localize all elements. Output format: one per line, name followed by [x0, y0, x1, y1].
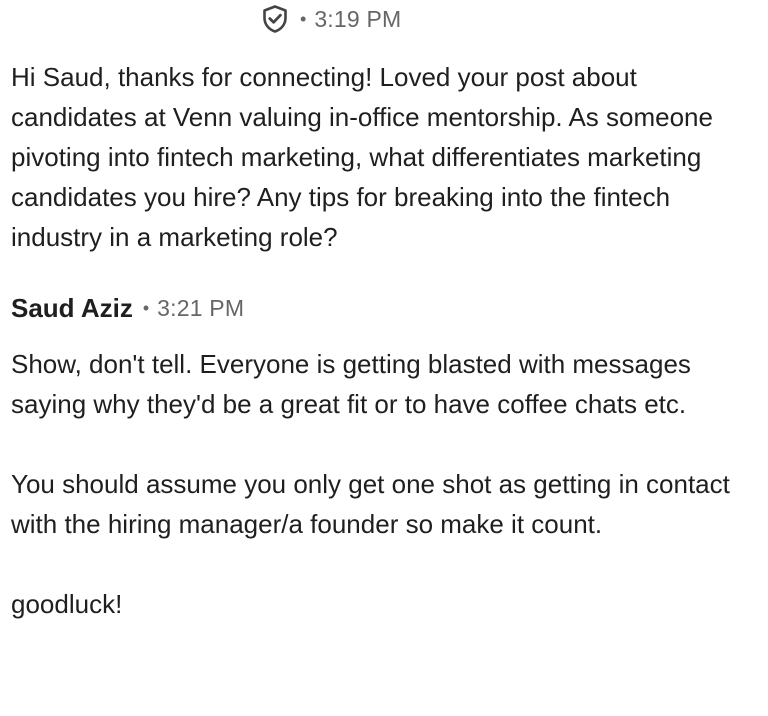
message-thread: • 3:19 PM Hi Saud, thanks for connecting…	[0, 0, 768, 716]
separator-dot: •	[142, 298, 150, 318]
message-timestamp: 3:21 PM	[157, 294, 245, 321]
message-paragraph: goodluck!	[11, 589, 123, 619]
message-body: Hi Saud, thanks for connecting! Loved yo…	[11, 57, 761, 257]
message-header: • 3:19 PM	[260, 4, 401, 34]
message-body: Show, don't tell. Everyone is getting bl…	[11, 344, 761, 624]
message-paragraph: Show, don't tell. Everyone is getting bl…	[11, 349, 691, 419]
message-header: Saud Aziz • 3:21 PM	[11, 288, 244, 328]
shield-check-icon[interactable]	[260, 4, 290, 34]
separator-dot: •	[300, 9, 307, 29]
message-paragraph: You should assume you only get one shot …	[11, 469, 730, 539]
message-timestamp: 3:19 PM	[314, 5, 402, 32]
sender-name[interactable]: Saud Aziz	[11, 293, 133, 324]
message-paragraph: Hi Saud, thanks for connecting! Loved yo…	[11, 62, 713, 252]
